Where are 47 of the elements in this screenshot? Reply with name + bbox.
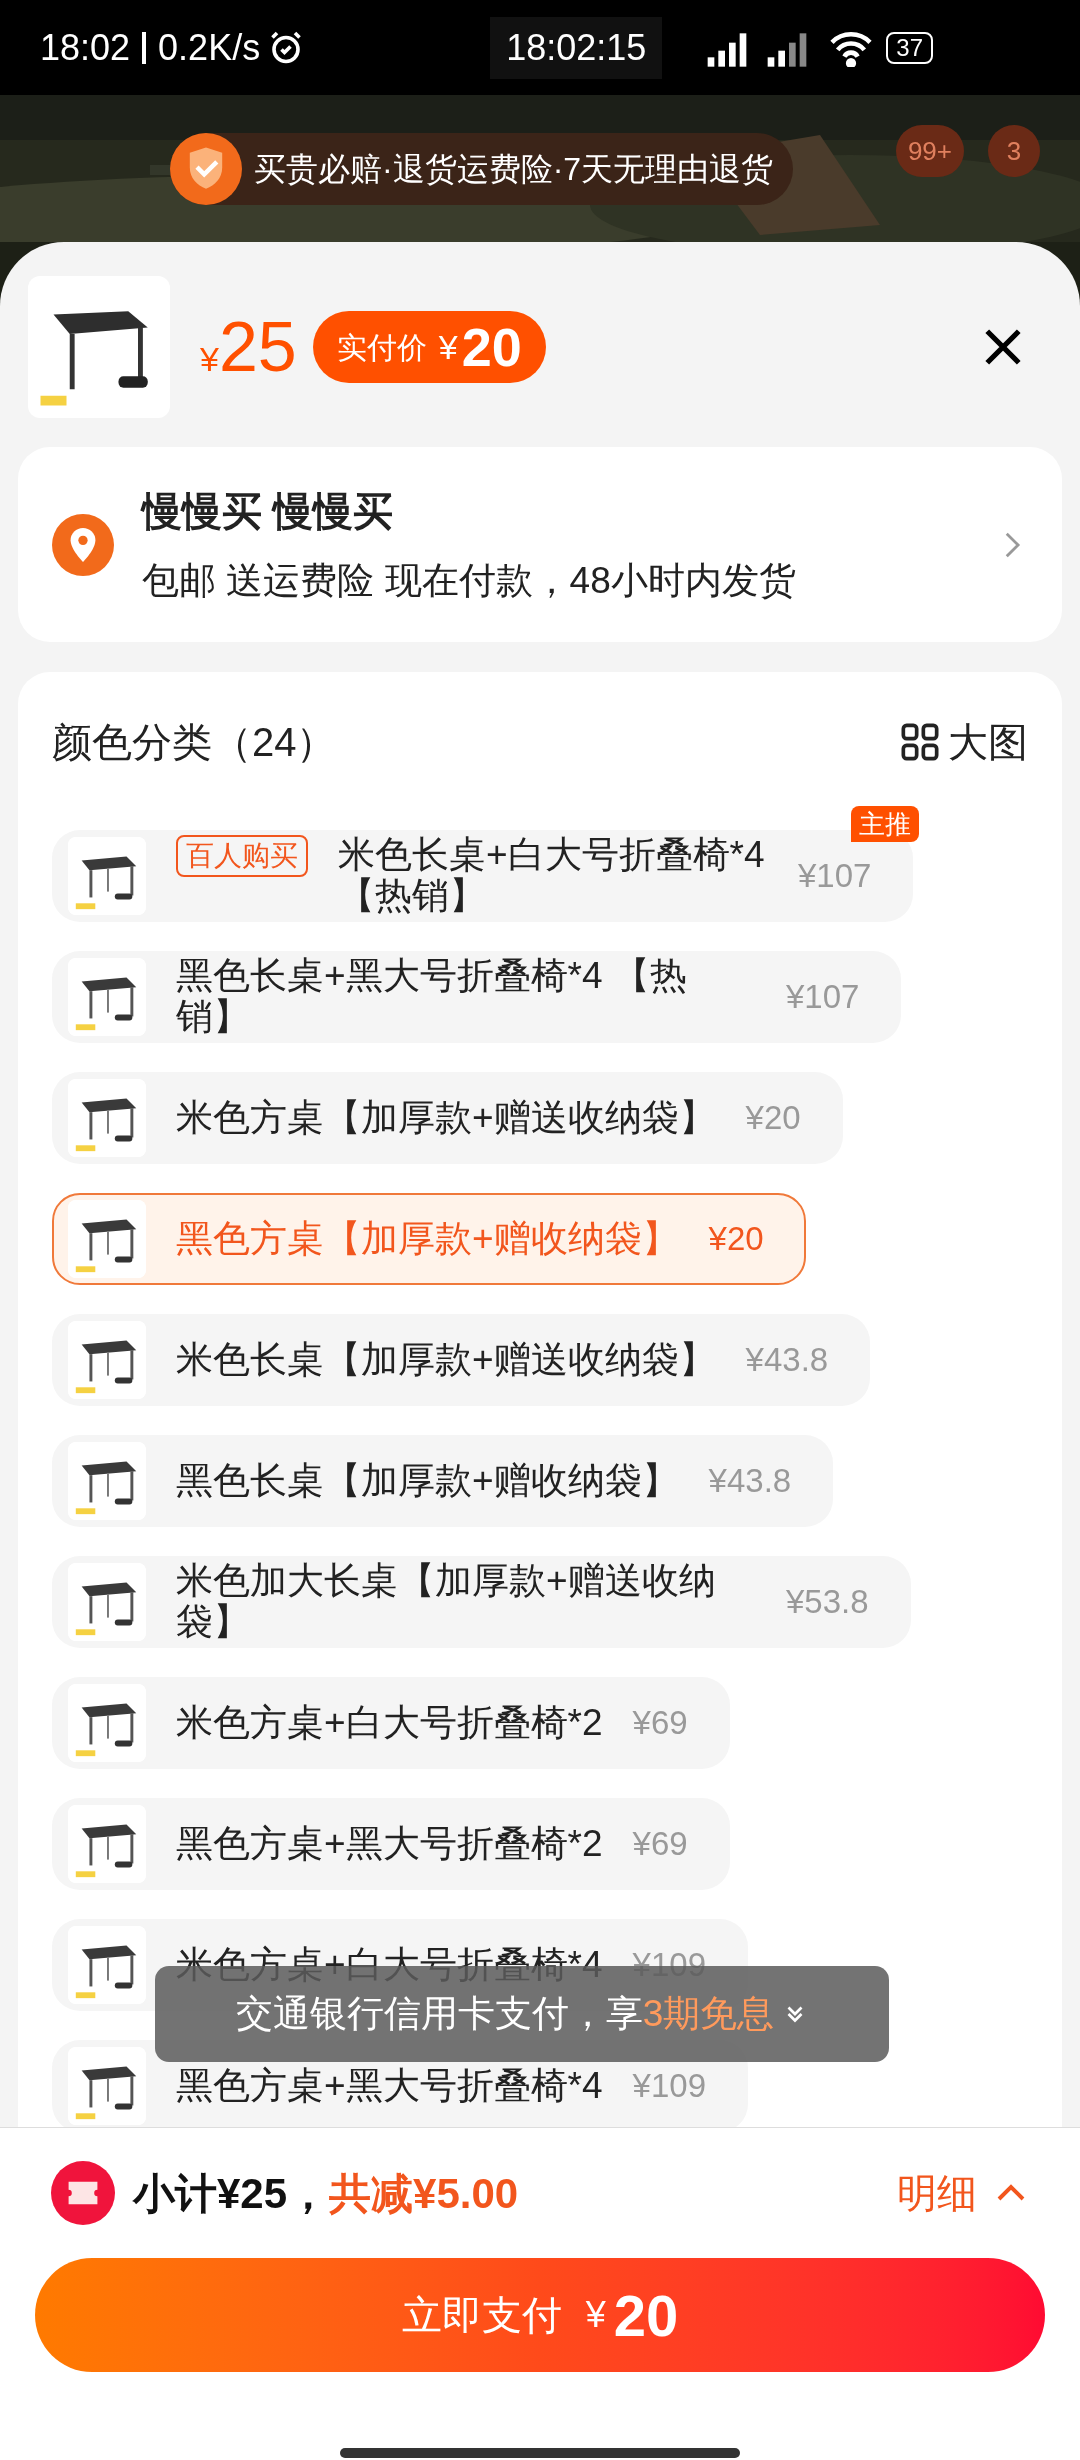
subtotal-text: 小计¥25，共减¥5.00 bbox=[133, 2168, 519, 2219]
coupon-icon bbox=[51, 2161, 115, 2225]
option-item[interactable]: 黑色长桌【加厚款+赠收纳袋】 ¥43.8 bbox=[52, 1435, 834, 1527]
option-name: 米色加大长桌【加厚款+赠送收纳袋】 bbox=[176, 1561, 717, 1643]
buyers-badge: 百人购买 bbox=[176, 835, 308, 878]
network-speed: 0.2K/s bbox=[158, 25, 261, 70]
location-pin-icon bbox=[52, 513, 114, 576]
option-name: 黑色方桌【加厚款+赠收纳袋】 bbox=[176, 1218, 679, 1260]
option-price: ¥69 bbox=[632, 1703, 688, 1744]
option-item[interactable]: 米色方桌【加厚款+赠送收纳袋】 ¥20 bbox=[52, 1072, 843, 1164]
option-item[interactable]: 黑色长桌+黑大号折叠椅*4 【热销】 ¥107 bbox=[52, 951, 902, 1043]
grid-icon bbox=[900, 722, 940, 762]
option-item[interactable]: 米色方桌+白大号折叠椅*2 ¥69 bbox=[52, 1677, 730, 1769]
option-item[interactable]: 米色长桌【加厚款+赠送收纳袋】 ¥43.8 bbox=[52, 1314, 871, 1406]
option-name: 米色方桌【加厚款+赠送收纳袋】 bbox=[176, 1097, 716, 1139]
section-title: 颜色分类（24） bbox=[52, 719, 337, 766]
status-time: 18:02 bbox=[40, 25, 131, 70]
receiver-name: 慢慢买 慢慢买 bbox=[142, 487, 395, 535]
delivery-info: 包邮 送运费险 现在付款，48小时内发货 bbox=[142, 558, 796, 603]
shield-icon bbox=[170, 133, 242, 205]
option-price: ¥43.8 bbox=[745, 1340, 829, 1381]
option-name: 黑色方桌+黑大号折叠椅*4 bbox=[176, 2065, 603, 2107]
option-price: ¥107 bbox=[786, 977, 860, 1018]
option-price: ¥69 bbox=[632, 1824, 688, 1865]
option-name: 黑色长桌+黑大号折叠椅*4 【热销】 bbox=[176, 956, 688, 1038]
battery-indicator: 37 bbox=[886, 31, 933, 64]
option-price: ¥107 bbox=[798, 856, 872, 897]
option-name: 黑色长桌【加厚款+赠收纳袋】 bbox=[176, 1460, 679, 1502]
option-name: 米色长桌+白大号折叠椅*4 【热销】 bbox=[338, 835, 766, 917]
address-card[interactable]: 慢慢买 慢慢买 包邮 送运费险 现在付款，48小时内发货 bbox=[18, 447, 1062, 642]
option-price: ¥109 bbox=[632, 2066, 706, 2107]
option-name: 米色长桌【加厚款+赠送收纳袋】 bbox=[176, 1339, 716, 1381]
final-price-pill: 实付价 ¥20 bbox=[312, 311, 546, 383]
original-price: ¥25 bbox=[200, 306, 297, 388]
recommend-tag: 主推 bbox=[851, 806, 920, 842]
installment-toast[interactable]: 交通银行信用卡支付，享3期免息 bbox=[155, 1966, 889, 2062]
clock-display: 18:02:15 bbox=[490, 16, 663, 79]
option-price: ¥20 bbox=[745, 1098, 801, 1139]
option-item[interactable]: 黑色方桌+黑大号折叠椅*2 ¥69 bbox=[52, 1798, 730, 1890]
option-price: ¥43.8 bbox=[708, 1461, 792, 1502]
option-price: ¥53.8 bbox=[786, 1582, 869, 1623]
option-item[interactable]: 米色加大长桌【加厚款+赠送收纳袋】 ¥53.8 bbox=[52, 1556, 911, 1648]
option-price: ¥20 bbox=[708, 1219, 764, 1260]
option-name: 黑色方桌+黑大号折叠椅*2 bbox=[176, 1823, 603, 1865]
promo-text: 买贵必赔·退货运费险·7天无理由退货 bbox=[254, 150, 774, 189]
option-name: 米色方桌+白大号折叠椅*2 bbox=[176, 1702, 603, 1744]
large-view-button[interactable]: 大图 bbox=[900, 712, 1028, 772]
